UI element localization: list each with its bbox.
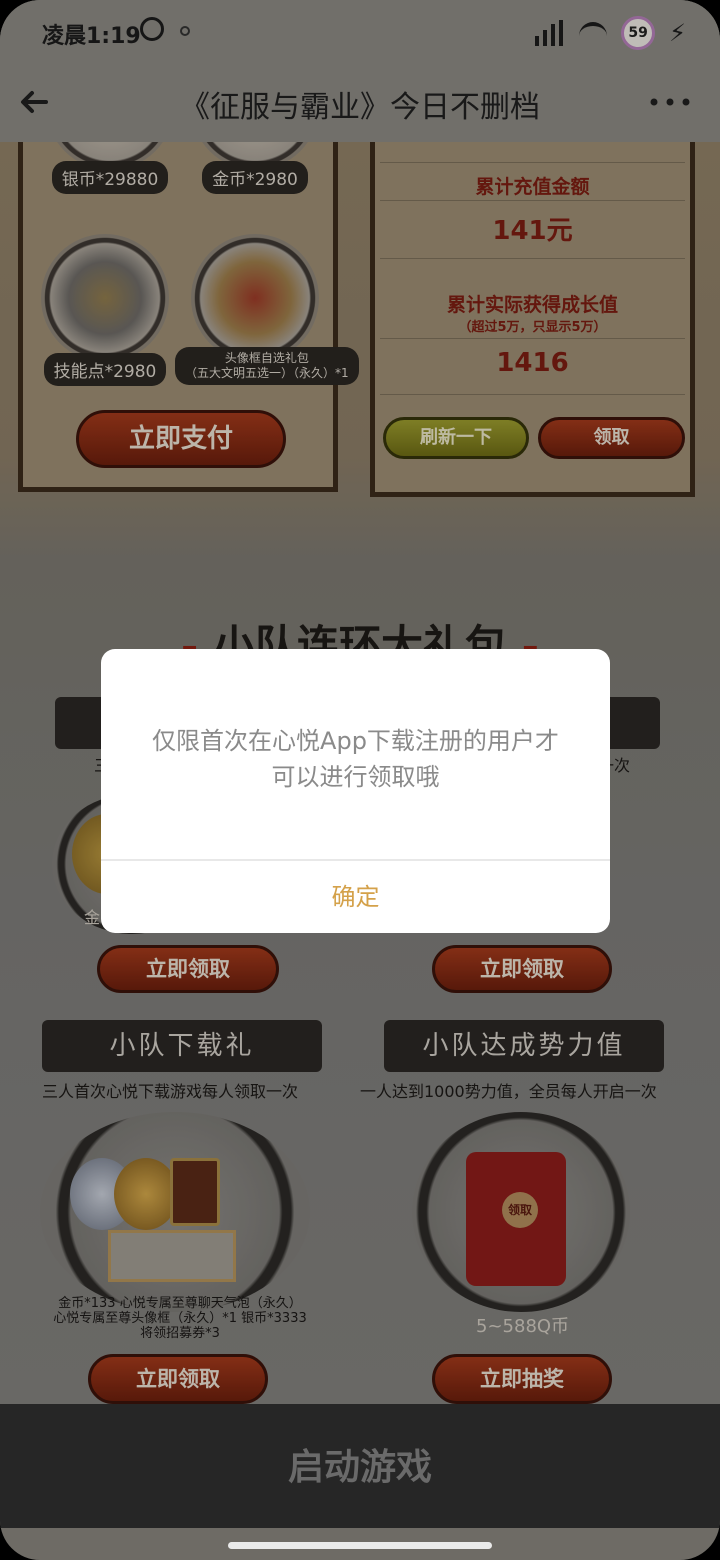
home-indicator[interactable] [228,1542,492,1549]
launch-game-button[interactable]: 启动游戏 [0,1438,720,1490]
dialog-message: 仅限首次在心悦App下载注册的用户才可以进行领取哦 [152,727,559,791]
phone-screen: 凌晨1:19 59 ⚡ 《征服与霸业》今日不删档 银币*29880 金币*298… [0,0,720,1560]
bottom-bar: 启动游戏 [0,1404,720,1528]
confirm-button[interactable]: 确定 [101,861,610,933]
alert-dialog: 仅限首次在心悦App下载注册的用户才可以进行领取哦 确定 [101,649,610,933]
